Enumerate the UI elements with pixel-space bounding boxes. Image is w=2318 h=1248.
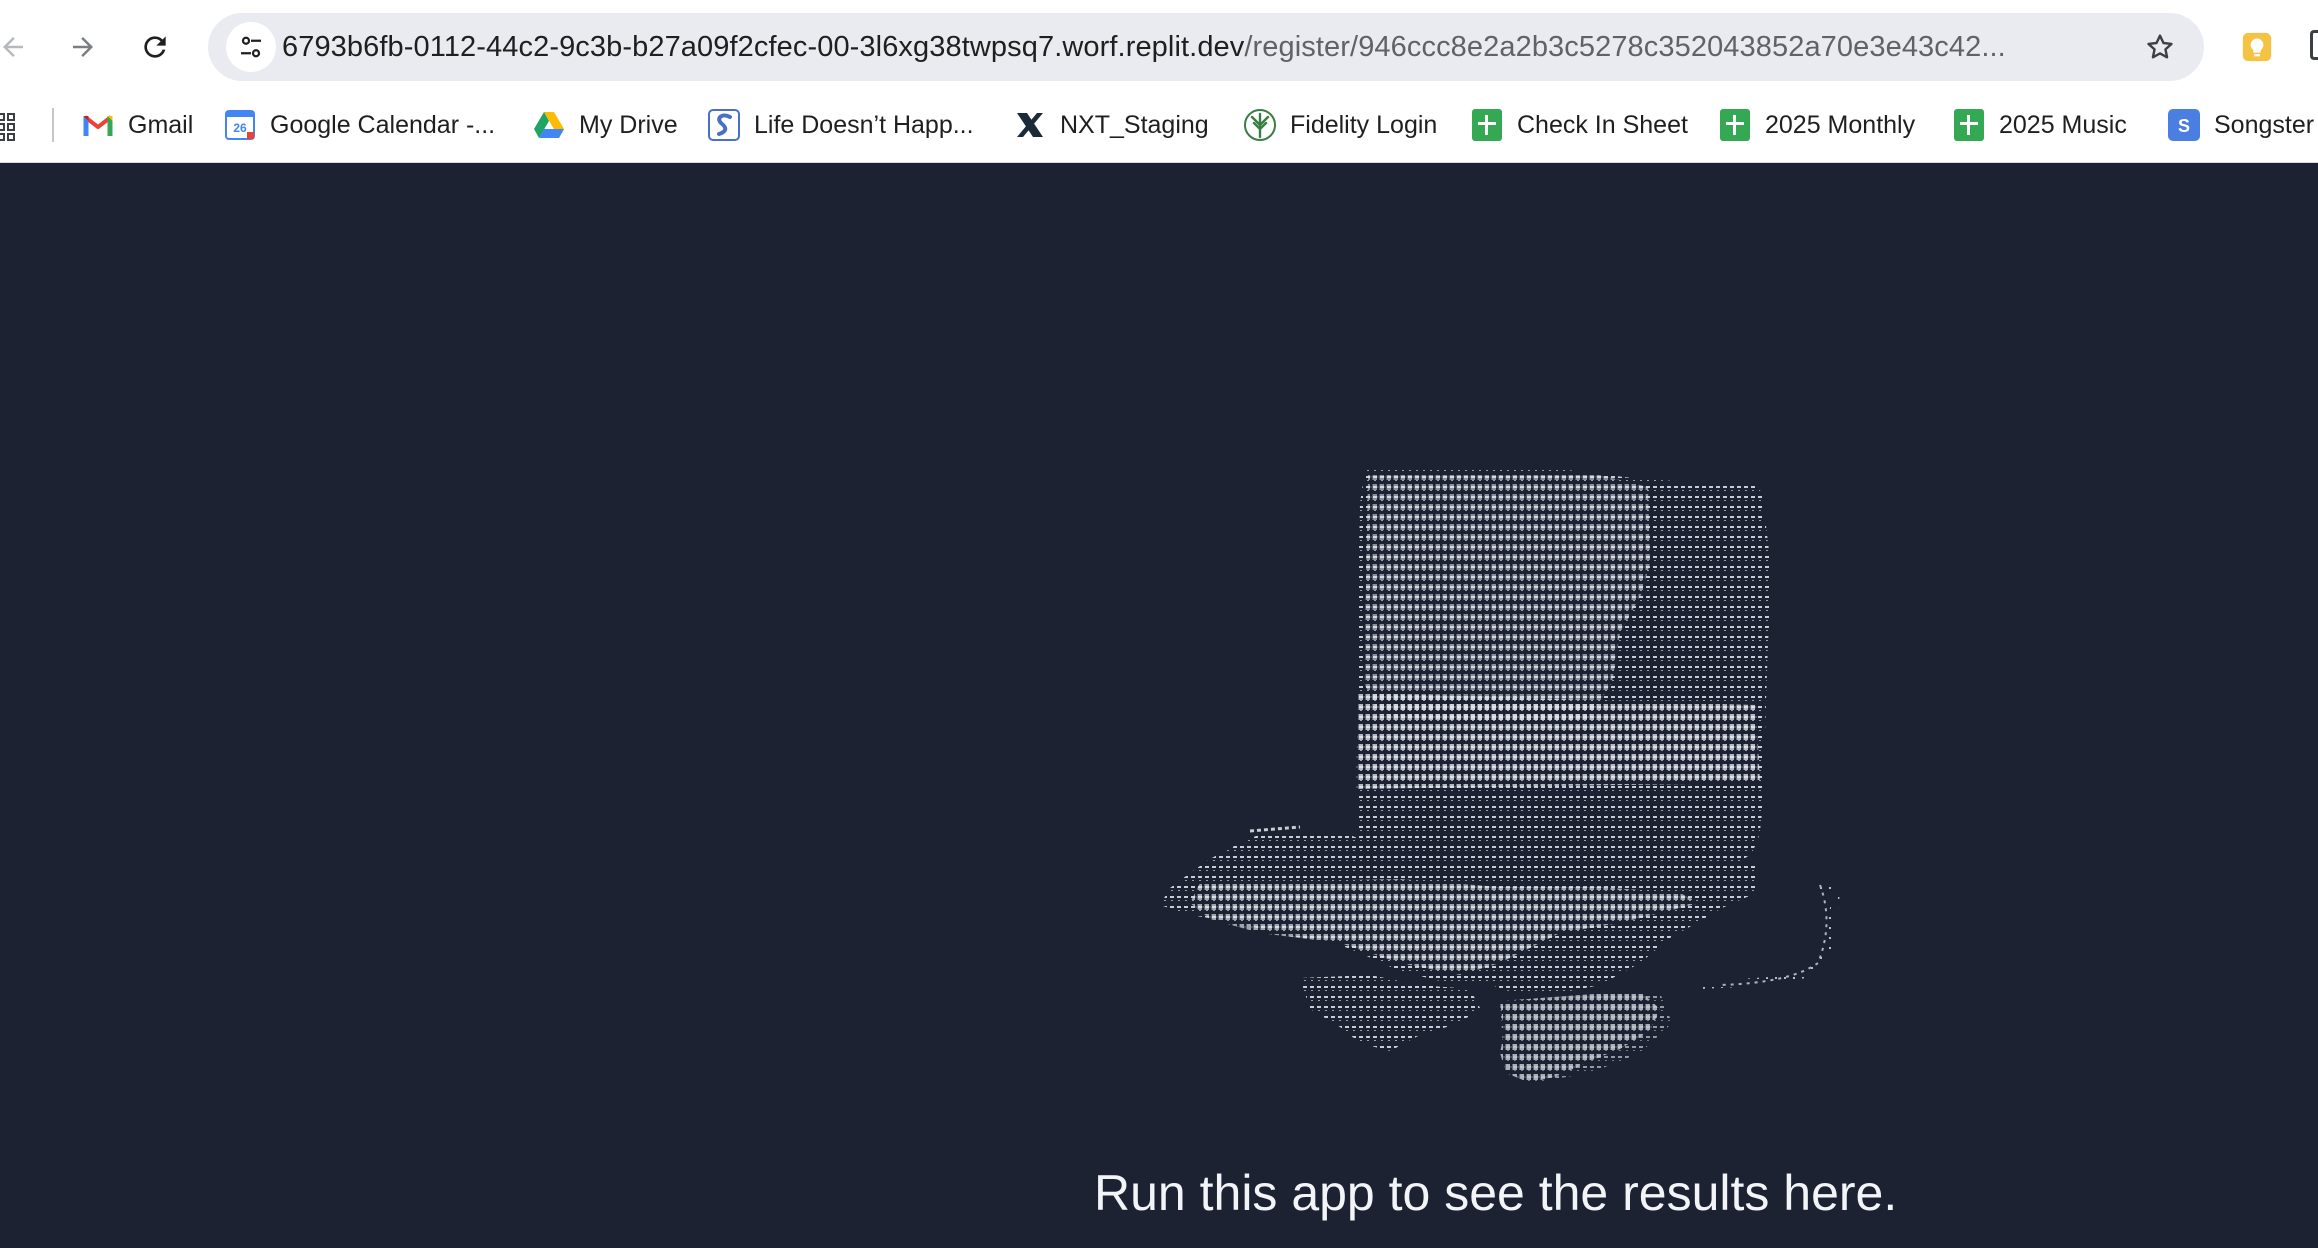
app-preview: Run this app to see the results here.	[0, 163, 2318, 1248]
sheets-icon	[1471, 109, 1503, 141]
star-outline-icon	[2147, 34, 2173, 59]
bookmark-check-in-sheet[interactable]: Check In Sheet	[1471, 102, 1688, 148]
arrow-right-icon	[73, 37, 93, 57]
s-logo-icon	[708, 109, 740, 141]
bookmark-star-button[interactable]	[2138, 25, 2182, 69]
bookmark-2025-music[interactable]: 2025 Music	[1953, 102, 2127, 148]
bookmark-label: 2025 Music	[1999, 110, 2127, 139]
arrow-left-icon	[3, 37, 23, 57]
url-path: /register/946ccc8e2a2b3c5278c352043852a7…	[1244, 31, 2006, 63]
bookmark-2025-monthly[interactable]: 2025 Monthly	[1719, 102, 1915, 148]
run-app-message: Run this app to see the results here.	[1094, 1165, 1898, 1221]
forward-button[interactable]	[58, 22, 108, 72]
bookmarks-separator	[52, 108, 54, 142]
profile-button-edge[interactable]	[2310, 30, 2318, 60]
top-hat-ascii-art	[1160, 468, 1841, 1083]
bookmark-fidelity-login[interactable]: Fidelity Login	[1244, 102, 1437, 148]
url-host: 6793b6fb-0112-44c2-9c3b-b27a09f2cfec-00-…	[282, 31, 1245, 63]
reload-icon	[144, 36, 166, 58]
bookmark-songster[interactable]: S Songster	[2168, 102, 2314, 148]
google-drive-icon	[533, 109, 565, 141]
bookmark-life-doesnt-happen[interactable]: Life Doesn’t Happ...	[708, 102, 974, 148]
site-info-button[interactable]	[226, 22, 276, 72]
bookmark-label: NXT_Staging	[1060, 110, 1209, 139]
gmail-icon	[82, 109, 114, 141]
browser-toolbar: 6793b6fb-0112-44c2-9c3b-b27a09f2cfec-00-…	[0, 0, 2318, 96]
tune-icon	[241, 36, 261, 58]
url-text[interactable]: 6793b6fb-0112-44c2-9c3b-b27a09f2cfec-00-…	[282, 13, 2006, 81]
bookmark-label: Gmail	[128, 110, 194, 139]
bookmark-label: Google Calendar -...	[270, 110, 496, 139]
bookmark-label: Check In Sheet	[1517, 110, 1688, 139]
bookmark-nxt-staging[interactable]: NXT_Staging	[1014, 102, 1209, 148]
bookmark-label: Fidelity Login	[1290, 110, 1438, 139]
sheets-icon	[1953, 109, 1985, 141]
bookmark-google-calendar[interactable]: 26 Google Calendar -...	[224, 102, 495, 148]
bookmark-gmail[interactable]: Gmail	[82, 102, 193, 148]
bookmark-my-drive[interactable]: My Drive	[533, 102, 678, 148]
songster-icon: S	[2168, 109, 2200, 141]
lightbulb-icon	[2242, 32, 2272, 62]
bookmark-label: 2025 Monthly	[1765, 110, 1916, 139]
x-logo-icon	[1014, 109, 1046, 141]
address-bar[interactable]: 6793b6fb-0112-44c2-9c3b-b27a09f2cfec-00-…	[208, 13, 2204, 81]
bookmark-label: Life Doesn’t Happ...	[754, 110, 974, 139]
extension-button[interactable]	[2232, 22, 2282, 72]
svg-text:S: S	[2178, 116, 2190, 136]
apps-grid-icon[interactable]	[0, 108, 24, 144]
reload-button[interactable]	[130, 22, 180, 72]
calendar-icon: 26	[224, 109, 256, 141]
fidelity-tree-icon	[1244, 109, 1276, 141]
bookmarks-bar: Gmail 26 Google Calendar -... My Drive L…	[0, 96, 2318, 162]
bookmark-label: My Drive	[579, 110, 678, 139]
back-button[interactable]	[0, 22, 38, 72]
bookmark-label: Songster	[2214, 110, 2315, 139]
sheets-icon	[1719, 109, 1751, 141]
browser-chrome: 6793b6fb-0112-44c2-9c3b-b27a09f2cfec-00-…	[0, 0, 2318, 163]
svg-text:26: 26	[233, 121, 247, 135]
